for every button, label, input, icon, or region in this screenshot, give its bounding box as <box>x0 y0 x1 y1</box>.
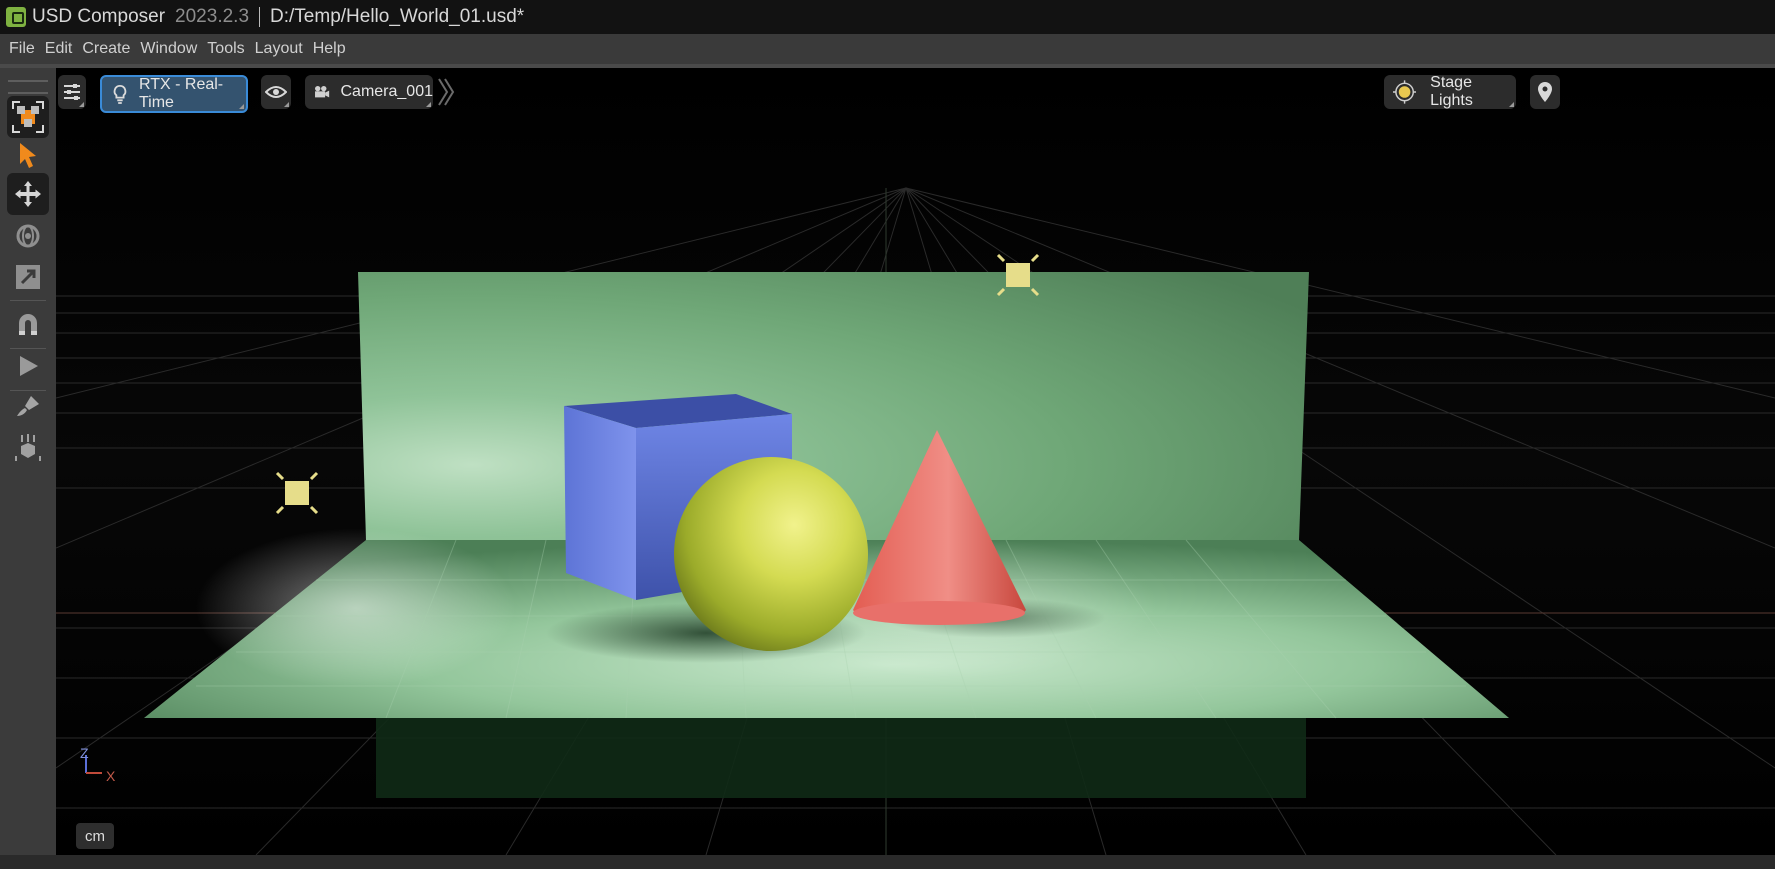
menu-create[interactable]: Create <box>82 40 130 58</box>
toolbar-grip[interactable] <box>8 80 48 94</box>
drop-to-ground-icon <box>15 434 41 461</box>
bottom-panel-strip <box>0 855 1775 869</box>
menu-window[interactable]: Window <box>140 40 197 58</box>
viewport[interactable]: Z X RTX - Real-Time Camera_001 Stage Lig… <box>56 68 1775 855</box>
menu-edit[interactable]: Edit <box>45 40 73 58</box>
paint-brush-icon <box>17 396 39 416</box>
frame-selection-button[interactable] <box>7 96 49 138</box>
camera-label: Camera_001 <box>340 83 434 100</box>
renderer-selector[interactable]: RTX - Real-Time <box>100 75 248 113</box>
rotate-tool-button[interactable] <box>7 215 49 257</box>
yellow-sphere <box>674 457 868 651</box>
renderer-label: RTX - Real-Time <box>138 76 224 111</box>
visibility-button[interactable] <box>261 75 291 109</box>
units-badge: cm <box>76 823 114 849</box>
rotate-icon <box>16 224 40 248</box>
title-bar: USD Composer 2023.2.3 D:/Temp/Hello_Worl… <box>0 0 1775 34</box>
scene-render[interactable]: Z X <box>56 68 1775 855</box>
eye-icon <box>265 86 287 98</box>
sliders-icon <box>64 84 80 100</box>
menu-tools[interactable]: Tools <box>207 40 244 58</box>
lighting-selector[interactable]: Stage Lights <box>1384 74 1516 109</box>
lightbulb-icon <box>113 85 127 104</box>
select-tool-button[interactable] <box>7 134 49 176</box>
menu-file[interactable]: File <box>9 40 35 58</box>
camera-icon <box>315 85 330 98</box>
toolbar-separator <box>10 300 46 301</box>
play-icon <box>20 356 38 376</box>
drop-to-ground-button[interactable] <box>7 427 49 469</box>
title-separator <box>259 7 261 27</box>
viewport-settings-button[interactable] <box>58 75 86 109</box>
navigation-button[interactable] <box>1530 75 1560 109</box>
app-version: 2023.2.3 <box>175 6 250 27</box>
menu-layout[interactable]: Layout <box>255 40 303 58</box>
scale-tool-button[interactable] <box>7 256 49 298</box>
snap-magnet-icon <box>19 314 37 335</box>
play-button[interactable] <box>7 345 49 387</box>
expand-toolbar-icon[interactable] <box>436 75 456 109</box>
move-tool-button[interactable] <box>7 173 49 215</box>
app-name: USD Composer <box>32 6 166 27</box>
frame-selection-icon <box>12 101 44 133</box>
pedestal <box>376 718 1306 798</box>
stage-lights-icon <box>1393 80 1417 104</box>
menu-bar: File Edit Create Window Tools Layout Hel… <box>0 34 1775 64</box>
camera-selector[interactable]: Camera_001 <box>305 75 433 109</box>
app-logo-icon <box>6 7 26 27</box>
menu-help[interactable]: Help <box>313 40 346 58</box>
select-arrow-icon <box>20 143 36 168</box>
location-pin-icon <box>1538 82 1552 102</box>
move-icon <box>15 181 41 207</box>
lighting-label: Stage Lights <box>1430 74 1473 109</box>
axis-x-label: X <box>106 768 116 784</box>
axis-z-label: Z <box>80 745 89 761</box>
left-toolbar <box>0 68 56 869</box>
paint-button[interactable] <box>7 386 49 428</box>
scale-icon <box>16 265 40 289</box>
file-path: D:/Temp/Hello_World_01.usd* <box>270 6 525 27</box>
snap-button[interactable] <box>7 303 49 345</box>
